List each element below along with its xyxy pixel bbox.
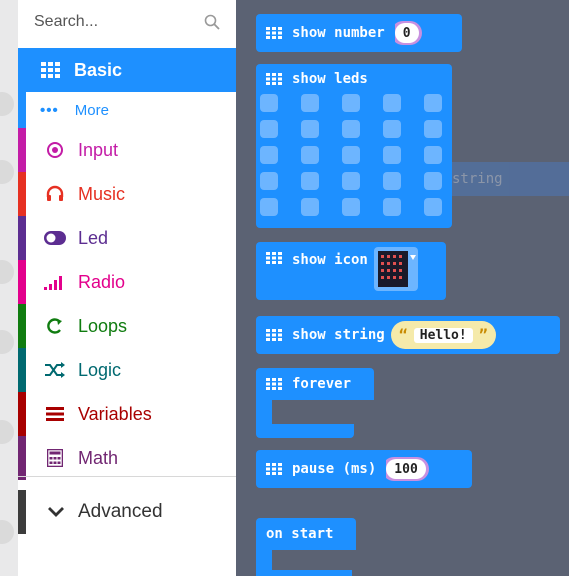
- category-label: Music: [78, 183, 126, 204]
- number-slot[interactable]: 0: [390, 21, 422, 45]
- grid-icon: [266, 27, 282, 39]
- grid-icon: [266, 463, 282, 475]
- close-quote-icon: ”: [478, 326, 488, 344]
- show-leds-block[interactable]: show leds: [256, 64, 452, 228]
- toolbox: Basic ••• More Input Music Led Radio: [18, 0, 236, 576]
- target-icon: [44, 141, 66, 159]
- category-color-bar: [18, 128, 26, 172]
- category-label: Radio: [78, 271, 126, 292]
- grid-icon: [266, 378, 282, 390]
- category-label: Loops: [78, 315, 128, 336]
- calculator-icon: [44, 449, 66, 467]
- category-basic[interactable]: Basic: [18, 48, 236, 92]
- category-label: Advanced: [78, 501, 163, 522]
- search-icon[interactable]: [203, 13, 221, 31]
- grid-icon: [266, 329, 282, 341]
- block-label: pause (ms): [292, 461, 377, 477]
- show-number-block[interactable]: show number 0: [256, 14, 462, 52]
- category-music[interactable]: Music: [18, 172, 236, 216]
- page-edge: [0, 0, 18, 576]
- block-label: show string: [292, 327, 385, 343]
- edge-decoration: [0, 160, 14, 184]
- category-radio[interactable]: Radio: [18, 260, 236, 304]
- category-label: Math: [78, 447, 119, 468]
- category-color-bar: [18, 436, 26, 480]
- category-color-bar: [18, 490, 26, 534]
- forever-block-foot: [256, 424, 354, 438]
- category-label: Led: [78, 227, 109, 248]
- signal-bars-icon: [44, 274, 66, 290]
- show-icon-block[interactable]: show icon: [256, 242, 446, 300]
- on-start-block-arm: [256, 548, 272, 576]
- grid-icon: [266, 252, 282, 264]
- forever-block[interactable]: forever: [256, 368, 374, 400]
- category-variables[interactable]: Variables: [18, 392, 236, 436]
- category-label: Input: [78, 139, 119, 160]
- number-value[interactable]: 100: [386, 459, 426, 479]
- edge-decoration: [0, 260, 14, 284]
- pause-block[interactable]: pause (ms) 100: [256, 450, 472, 488]
- led-grid[interactable]: [256, 94, 452, 228]
- chevron-down-icon: [48, 506, 64, 518]
- category-math[interactable]: Math: [18, 436, 236, 480]
- category-led[interactable]: Led: [18, 216, 236, 260]
- string-value[interactable]: Hello!: [413, 327, 473, 343]
- block-label: forever: [292, 376, 352, 392]
- category-advanced[interactable]: Advanced: [18, 490, 236, 534]
- category-color-bar: [18, 260, 26, 304]
- blocks-workspace[interactable]: string show number 0 show leds show icon…: [236, 0, 569, 576]
- shuffle-icon: [44, 362, 66, 378]
- edge-decoration: [0, 92, 14, 116]
- block-label: show leds: [292, 71, 368, 87]
- category-label: Logic: [78, 359, 122, 380]
- ghost-string-block: string: [436, 162, 569, 196]
- category-color-bar: [18, 172, 26, 216]
- category-color-bar: [18, 304, 26, 348]
- more-dots-icon: •••: [40, 102, 59, 119]
- category-input[interactable]: Input: [18, 128, 236, 172]
- grid-icon: [40, 62, 62, 78]
- loop-icon: [44, 317, 66, 335]
- headphones-icon: [44, 185, 66, 203]
- category-loops[interactable]: Loops: [18, 304, 236, 348]
- on-start-block[interactable]: on start: [256, 518, 356, 550]
- list-lines-icon: [44, 406, 66, 422]
- number-slot[interactable]: 100: [382, 457, 429, 481]
- category-label: Variables: [78, 403, 152, 424]
- grid-icon: [266, 73, 282, 85]
- edge-decoration: [0, 520, 14, 544]
- number-value[interactable]: 0: [394, 23, 419, 43]
- divider: [18, 476, 236, 477]
- string-slot[interactable]: “ Hello! ”: [390, 321, 496, 349]
- edge-decoration: [0, 420, 14, 444]
- category-more[interactable]: ••• More: [18, 92, 236, 129]
- category-label: More: [74, 102, 109, 119]
- edge-decoration: [0, 330, 14, 354]
- search-box: [18, 0, 236, 44]
- ghost-block-label: string: [452, 171, 503, 187]
- category-color-bar: [18, 216, 26, 260]
- icon-picker-dropdown[interactable]: [373, 247, 418, 291]
- block-label: show icon: [292, 252, 368, 268]
- block-label: on start: [266, 526, 334, 542]
- category-color-bar: [18, 392, 26, 436]
- toggle-icon: [44, 231, 66, 245]
- category-label: Basic: [74, 59, 123, 80]
- show-string-block[interactable]: show string “ Hello! ”: [256, 316, 560, 354]
- category-color-bar: [18, 348, 26, 392]
- on-start-block-foot: [272, 570, 352, 576]
- open-quote-icon: “: [398, 326, 408, 344]
- block-label: show number: [292, 25, 385, 41]
- category-logic[interactable]: Logic: [18, 348, 236, 392]
